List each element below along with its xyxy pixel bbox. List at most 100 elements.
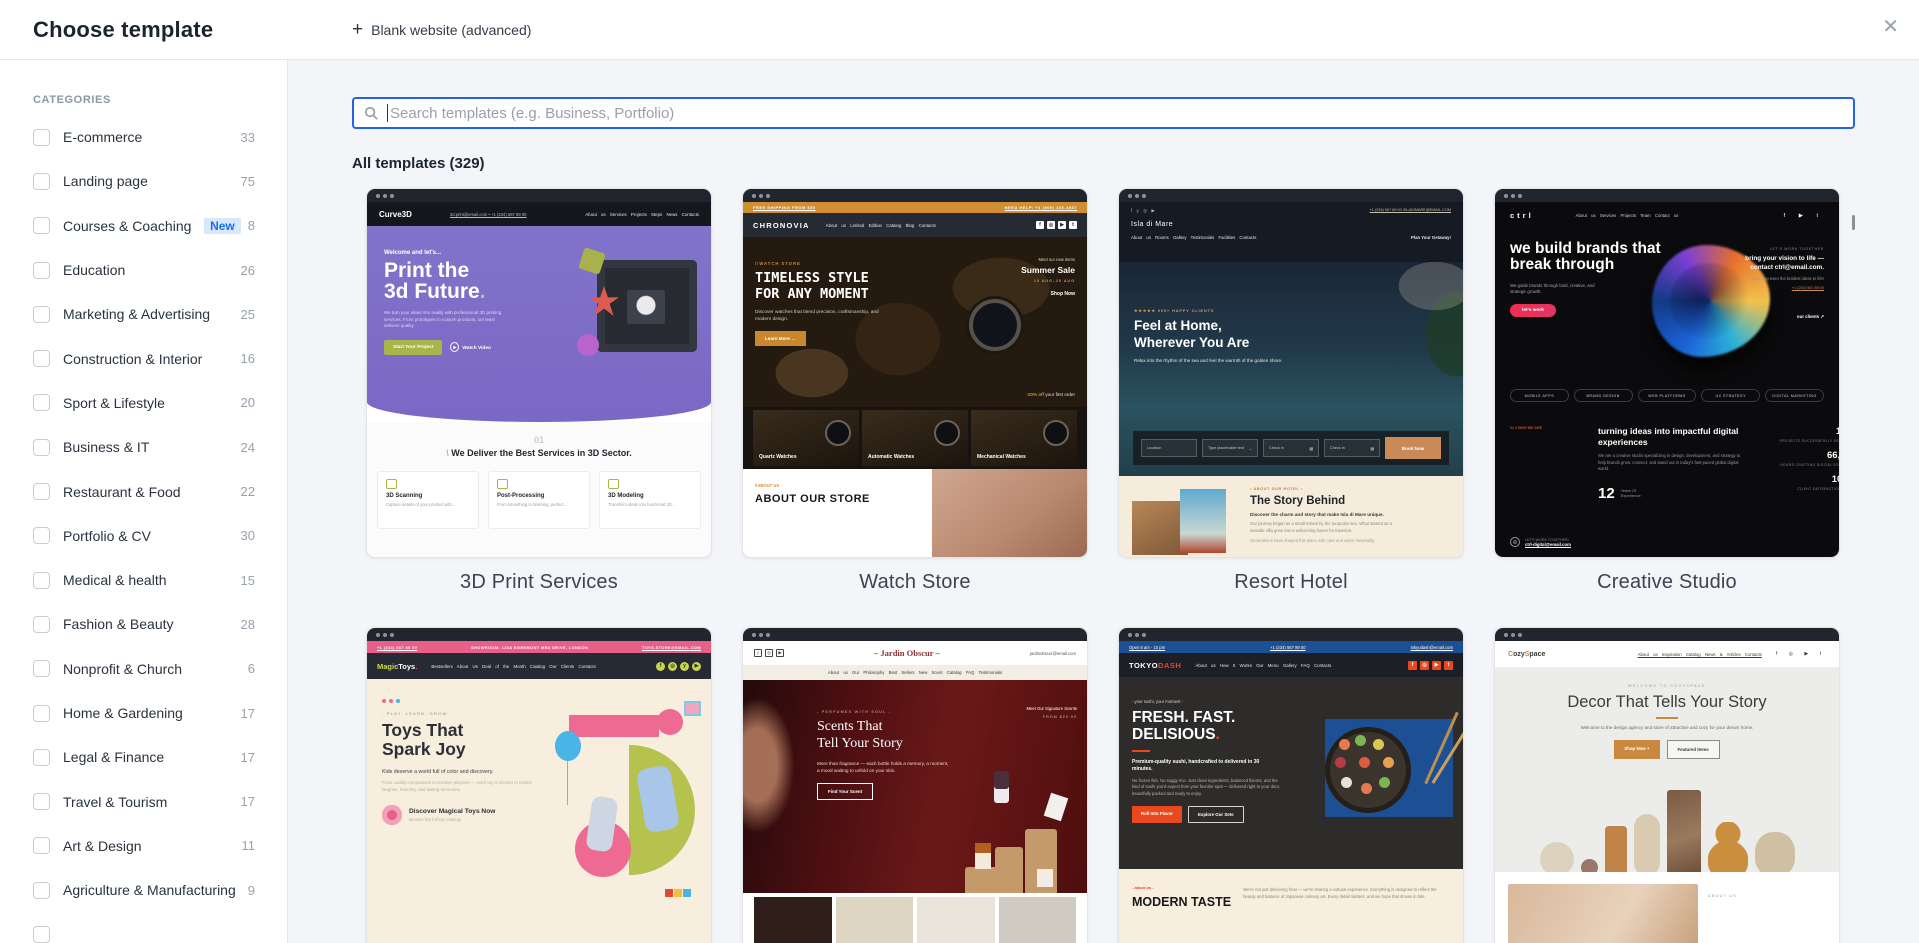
checkbox-icon[interactable] xyxy=(33,615,50,633)
gift-icon xyxy=(684,701,701,716)
category-count: 15 xyxy=(240,572,255,588)
about-section: ABOUT US xyxy=(1495,872,1839,943)
category-row-legal-finance[interactable]: Legal & Finance 17 xyxy=(33,735,255,779)
window-dot-icon xyxy=(1511,632,1515,637)
search-input[interactable] xyxy=(390,104,1843,122)
category-count: 17 xyxy=(240,794,255,810)
template-card-tokyodash[interactable]: Open 8 am - 10 pm +1 (234) 567 89 00 tokyo… xyxy=(1118,627,1464,943)
hero-body: We turn your ideas into reality with pro… xyxy=(384,309,502,329)
preview-contact: jardinobscur@email.com xyxy=(1029,650,1076,656)
twitter-icon: t xyxy=(1069,221,1077,229)
blank-website-button[interactable]: + Blank website (advanced) xyxy=(352,20,531,39)
window-dot-icon xyxy=(376,632,380,637)
new-badge: New xyxy=(204,217,241,234)
about-photos xyxy=(1132,487,1240,557)
hero-kicker: WELCOME TO COZYSPACE xyxy=(1627,684,1706,688)
facebook-icon: f xyxy=(1408,660,1417,670)
category-row-art-design[interactable]: Art & Design 11 xyxy=(33,824,255,868)
templates-main: All templates (329) Curve3D 3d.print@ema… xyxy=(288,60,1919,943)
checkbox-icon[interactable] xyxy=(33,748,50,766)
template-card-cozyspace[interactable]: CozySpace About us Inspiration Catalog N… xyxy=(1494,627,1840,943)
close-icon[interactable]: ✕ xyxy=(1882,17,1899,37)
category-row-ecommerce[interactable]: E-commerce 33 xyxy=(33,115,255,159)
checkbox-icon[interactable] xyxy=(33,704,50,722)
search-bar[interactable] xyxy=(352,97,1855,129)
window-dot-icon xyxy=(752,632,756,637)
promo-block: Meet Our Signature Scents FROM $29.99 xyxy=(1026,706,1077,719)
checkbox-icon[interactable] xyxy=(33,881,50,899)
category-row-home-gardening[interactable]: Home & Gardening 17 xyxy=(33,691,255,735)
category-row-portfolio-cv[interactable]: Portfolio & CV 30 xyxy=(33,514,255,558)
checkbox-icon[interactable] xyxy=(33,438,50,456)
checkbox-icon[interactable] xyxy=(33,172,50,190)
category-count: 16 xyxy=(240,351,255,367)
hero-cta-secondary: Featured Items xyxy=(1666,740,1720,759)
preview-contact: 3d.print@email.com • +1 (234) 567 89 00 xyxy=(449,211,527,217)
category-label: Agriculture & Manufacturing xyxy=(63,882,236,899)
checkbox-icon[interactable] xyxy=(33,261,50,279)
window-dot-icon xyxy=(1135,193,1139,198)
category-count: 17 xyxy=(240,749,255,765)
section-title: All templates (329) xyxy=(352,155,485,172)
template-card-watch-store[interactable]: FREE SHIPPING FROM $50 NEED HELP: +1 (800… xyxy=(742,188,1088,594)
checkbox-icon[interactable] xyxy=(33,527,50,545)
category-row-sport-lifestyle[interactable]: Sport & Lifestyle 20 xyxy=(33,381,255,425)
preview-navbar: TOKYODASH About us How It Works Our Menu… xyxy=(1119,653,1463,677)
template-card-jardin-obscur[interactable]: f ◎ ▶ – Jardin Obscur – jardinobscur@email… xyxy=(742,627,1088,943)
hero-kicker: - your sushi, your moment - xyxy=(1132,699,1183,704)
category-count: 33 xyxy=(240,129,255,145)
hero-cta: Roll Into Flavor xyxy=(1132,805,1182,823)
category-row-landing-page[interactable]: Landing page 75 xyxy=(33,159,255,203)
pedestal-graphic xyxy=(965,867,999,893)
category-row-agriculture-manufacturing[interactable]: Agriculture & Manufacturing 9 xyxy=(33,868,255,912)
category-row-fashion-beauty[interactable]: Fashion & Beauty 28 xyxy=(33,602,255,646)
checkbox-icon[interactable] xyxy=(33,350,50,368)
category-row-education[interactable]: Education 26 xyxy=(33,248,255,292)
hero-title: Feel at Home, Wherever You Are xyxy=(1134,318,1250,350)
template-card-creative-studio[interactable]: ctrl About us Services Projects Team Con… xyxy=(1494,188,1840,594)
choose-template-dialog: Choose template + Blank website (advance… xyxy=(0,0,1919,943)
preview-brand: – Jardin Obscur – xyxy=(874,648,940,658)
tile: Mechanical Watches xyxy=(971,410,1077,466)
scan-icon xyxy=(386,479,397,489)
preview-contact: +1 (234) 567 89 00 ISLADIMARE@EMAIL.COM xyxy=(1369,208,1451,212)
window-dot-icon xyxy=(383,193,387,198)
category-row-partial[interactable] xyxy=(33,912,255,943)
scrollbar-thumb[interactable] xyxy=(1852,215,1855,230)
process-icon xyxy=(497,479,508,489)
category-row-construction-interior[interactable]: Construction & Interior 16 xyxy=(33,336,255,380)
checkbox-icon[interactable] xyxy=(33,925,50,943)
category-row-restaurant-food[interactable]: Restaurant & Food 22 xyxy=(33,469,255,513)
checkbox-icon[interactable] xyxy=(33,793,50,811)
category-row-marketing-advertising[interactable]: Marketing & Advertising 25 xyxy=(33,292,255,336)
social-icons: f ◎ ▶ xyxy=(754,649,784,657)
template-card-resort-hotel[interactable]: f y ◎ ▶ +1 (234) 567 89 00 ISLADIMARE@EMA… xyxy=(1118,188,1464,594)
checkbox-icon[interactable] xyxy=(33,660,50,678)
category-row-business-it[interactable]: Business & IT 24 xyxy=(33,425,255,469)
booking-field: Type placeholder text ⌄ xyxy=(1202,439,1258,457)
checkbox-icon[interactable] xyxy=(33,837,50,855)
checkbox-icon[interactable] xyxy=(33,571,50,589)
book-now-button: Book Now xyxy=(1385,437,1441,459)
checkbox-icon[interactable] xyxy=(33,128,50,146)
category-row-travel-tourism[interactable]: Travel & Tourism 17 xyxy=(33,779,255,823)
category-row-nonprofit-church[interactable]: Nonprofit & Church 6 xyxy=(33,647,255,691)
service-pills: MOBILE APPS BRAND DESIGN WEB PLATFORMS U… xyxy=(1510,389,1824,402)
window-dot-icon xyxy=(390,193,394,198)
perfume-bottle-graphic xyxy=(994,771,1009,803)
checkbox-icon[interactable] xyxy=(33,305,50,323)
category-label: E-commerce xyxy=(63,129,143,146)
checkbox-icon[interactable] xyxy=(33,483,50,501)
category-row-medical-health[interactable]: Medical & health 15 xyxy=(33,558,255,602)
dialog-header: Choose template + Blank website (advance… xyxy=(0,0,1919,60)
hero-title: Decor That Tells Your Story xyxy=(1567,693,1767,711)
category-row-courses-coaching[interactable]: Courses & Coaching New 8 xyxy=(33,204,255,248)
template-card-magictoys[interactable]: +1 (234) 567 89 00 SHOWROOM: 123A EGREMON… xyxy=(366,627,712,943)
checkbox-icon[interactable] xyxy=(33,394,50,412)
section-number: 01 xyxy=(533,435,544,445)
hero-body: Relax into the rhythm of the sea and fee… xyxy=(1134,357,1283,363)
window-dot-icon xyxy=(1142,632,1146,637)
template-card-3d-print-services[interactable]: Curve3D 3d.print@email.com • +1 (234) 56… xyxy=(366,188,712,594)
youtube-icon: ▶ xyxy=(1058,221,1066,229)
checkbox-icon[interactable] xyxy=(33,217,50,235)
